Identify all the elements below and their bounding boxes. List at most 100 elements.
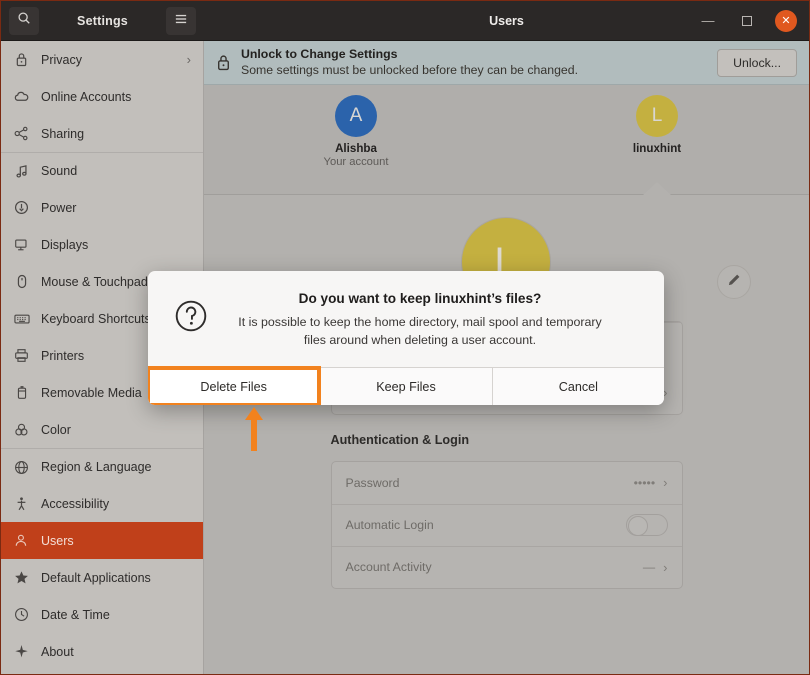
search-icon bbox=[17, 11, 31, 30]
sidebar-item-label: Sharing bbox=[41, 127, 191, 141]
lock-icon bbox=[13, 51, 30, 68]
sidebar-item-power[interactable]: Power bbox=[1, 189, 203, 226]
avatar: A bbox=[335, 95, 377, 137]
question-mark-icon bbox=[170, 291, 212, 349]
delete-files-button[interactable]: Delete Files bbox=[148, 368, 319, 405]
sidebar-item-color[interactable]: Color bbox=[1, 411, 203, 448]
sidebar-item-sharing[interactable]: Sharing bbox=[1, 115, 203, 152]
sidebar-item-label: About bbox=[41, 645, 191, 659]
sidebar-item-label: Region & Language bbox=[41, 460, 191, 474]
app-title: Settings bbox=[45, 14, 160, 28]
users-icon bbox=[13, 532, 30, 549]
title-bar-left: Settings bbox=[1, 1, 204, 40]
share-nodes-icon bbox=[13, 125, 30, 142]
minimize-button[interactable]: — bbox=[697, 10, 719, 32]
user-name: Alishba bbox=[296, 142, 416, 155]
keyboard-icon bbox=[13, 310, 30, 327]
user-carousel: A Alishba Your account L linuxhint bbox=[204, 85, 809, 195]
color-icon bbox=[13, 421, 30, 438]
sidebar-item-label: Power bbox=[41, 201, 191, 215]
sidebar-item-label: Privacy bbox=[41, 53, 176, 67]
sidebar-item-date-time[interactable]: Date & Time bbox=[1, 596, 203, 633]
unlock-banner-subtitle: Some settings must be unlocked before th… bbox=[241, 63, 707, 78]
user-subtitle: Your account bbox=[296, 156, 416, 168]
automatic-login-row[interactable]: Automatic Login bbox=[332, 504, 682, 546]
confirm-delete-dialog: Do you want to keep linuxhint’s files? I… bbox=[148, 271, 664, 405]
sidebar-item-label: Accessibility bbox=[41, 497, 191, 511]
search-button[interactable] bbox=[9, 7, 39, 35]
hamburger-menu-icon bbox=[174, 12, 188, 30]
sidebar-item-privacy[interactable]: Privacy › bbox=[1, 41, 203, 78]
printer-icon bbox=[13, 347, 30, 364]
row-value: ••••• bbox=[634, 476, 656, 490]
unlock-banner-texts: Unlock to Change Settings Some settings … bbox=[241, 47, 707, 78]
clock-icon bbox=[13, 606, 30, 623]
chevron-right-icon: › bbox=[187, 52, 191, 67]
sidebar-item-label: Sound bbox=[41, 164, 191, 178]
sidebar-item-accessibility[interactable]: Accessibility bbox=[1, 485, 203, 522]
maximize-button[interactable] bbox=[736, 10, 758, 32]
sidebar-item-label: Default Applications bbox=[41, 571, 191, 585]
title-bar: Settings Users — ✕ bbox=[1, 1, 809, 41]
selected-user-pointer bbox=[643, 182, 671, 195]
sidebar-item-online-accounts[interactable]: Online Accounts bbox=[1, 78, 203, 115]
close-icon: ✕ bbox=[781, 14, 790, 27]
user-name: linuxhint bbox=[597, 142, 717, 155]
window-controls: — ✕ bbox=[697, 10, 797, 32]
unlock-banner: Unlock to Change Settings Some settings … bbox=[204, 41, 809, 85]
removable-media-icon bbox=[13, 384, 30, 401]
settings-window: Settings Users — ✕ bbox=[0, 0, 810, 675]
sidebar-item-label: Color bbox=[41, 423, 191, 437]
chevron-right-icon: › bbox=[663, 475, 667, 490]
automatic-login-toggle[interactable] bbox=[626, 514, 668, 536]
lock-icon bbox=[216, 54, 231, 71]
sidebar-item-region-language[interactable]: Region & Language bbox=[1, 448, 203, 485]
dialog-title: Do you want to keep linuxhint’s files? bbox=[230, 291, 610, 306]
avatar: L bbox=[636, 95, 678, 137]
sidebar-item-default-applications[interactable]: Default Applications bbox=[1, 559, 203, 596]
up-arrow-annotation-icon bbox=[244, 407, 264, 456]
sidebar-item-label: Date & Time bbox=[41, 608, 191, 622]
power-icon bbox=[13, 199, 30, 216]
authentication-section-title: Authentication & Login bbox=[331, 433, 683, 447]
row-label: Account Activity bbox=[346, 560, 643, 574]
account-activity-row[interactable]: Account Activity — › bbox=[332, 546, 682, 588]
sidebar-item-displays[interactable]: Displays bbox=[1, 226, 203, 263]
user-card-alishba[interactable]: A Alishba Your account bbox=[296, 95, 416, 168]
authentication-card: Password ••••• › Automatic Login Account… bbox=[331, 461, 683, 589]
row-value: — bbox=[643, 560, 655, 574]
password-row[interactable]: Password ••••• › bbox=[332, 462, 682, 504]
row-label: Password bbox=[346, 476, 634, 490]
sidebar-item-label: Users bbox=[41, 534, 191, 548]
star-icon bbox=[13, 569, 30, 586]
user-card-linuxhint[interactable]: L linuxhint bbox=[597, 95, 717, 155]
unlock-banner-title: Unlock to Change Settings bbox=[241, 47, 707, 62]
close-button[interactable]: ✕ bbox=[775, 10, 797, 32]
mouse-icon bbox=[13, 273, 30, 290]
dialog-description: It is possible to keep the home director… bbox=[230, 314, 610, 349]
minimize-icon: — bbox=[702, 19, 715, 23]
pencil-icon bbox=[727, 273, 741, 292]
keep-files-button[interactable]: Keep Files bbox=[319, 368, 491, 405]
menu-button[interactable] bbox=[166, 7, 196, 35]
row-label: Automatic Login bbox=[346, 518, 626, 532]
sidebar-item-sound[interactable]: Sound bbox=[1, 152, 203, 189]
sidebar-item-label: Displays bbox=[41, 238, 191, 252]
music-note-icon bbox=[13, 163, 30, 180]
edit-avatar-button[interactable] bbox=[717, 265, 751, 299]
sparkle-icon bbox=[13, 643, 30, 660]
unlock-button[interactable]: Unlock... bbox=[717, 49, 797, 77]
sidebar-item-about[interactable]: About bbox=[1, 633, 203, 670]
maximize-icon bbox=[742, 16, 752, 26]
display-icon bbox=[13, 236, 30, 253]
dialog-texts: Do you want to keep linuxhint’s files? I… bbox=[230, 291, 640, 349]
dialog-body: Do you want to keep linuxhint’s files? I… bbox=[148, 271, 664, 367]
accessibility-icon bbox=[13, 495, 30, 512]
cancel-button[interactable]: Cancel bbox=[492, 368, 664, 405]
chevron-right-icon: › bbox=[663, 560, 667, 575]
cloud-icon bbox=[13, 88, 30, 105]
globe-icon bbox=[13, 459, 30, 476]
sidebar-item-users[interactable]: Users bbox=[1, 522, 203, 559]
dialog-actions: Delete Files Keep Files Cancel bbox=[148, 367, 664, 405]
title-bar-right: Users — ✕ bbox=[204, 1, 809, 40]
